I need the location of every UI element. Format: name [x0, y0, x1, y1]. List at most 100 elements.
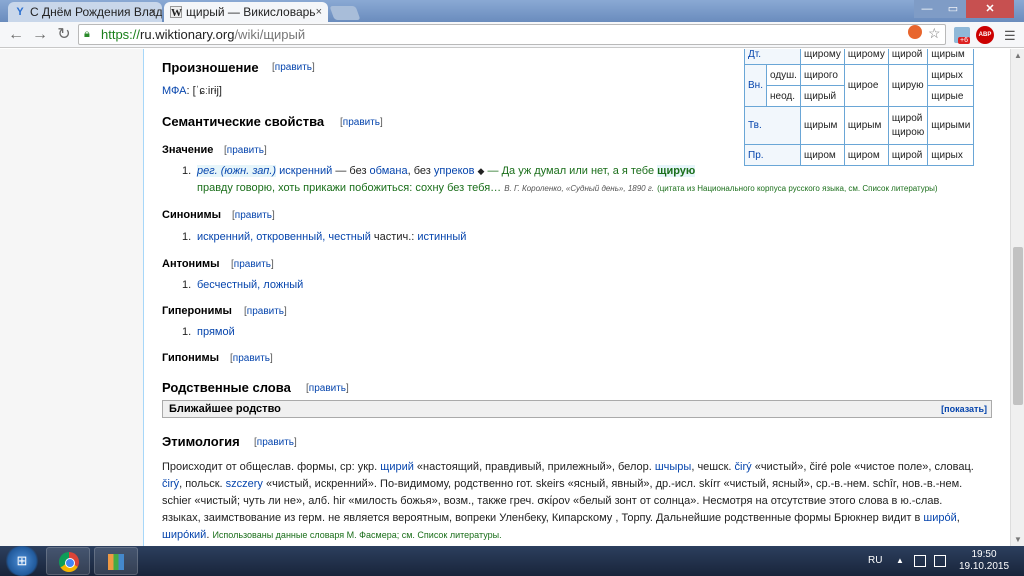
minimize-button[interactable]: — [914, 0, 940, 18]
table-cell: щирой [887, 144, 929, 166]
tray-expand-icon[interactable]: ▲ [896, 546, 904, 576]
table-cell: щирое [843, 64, 889, 107]
table-row: Дт. щирому щирому щирой щирым [744, 49, 975, 65]
case-cell[interactable]: Дт. [744, 49, 801, 65]
adblock-icon[interactable]: ABP [976, 26, 994, 44]
edit-link[interactable]: править [231, 259, 274, 270]
edit-link[interactable]: править [306, 383, 349, 394]
bookmark-star-icon[interactable]: ☆ [928, 25, 941, 41]
start-button[interactable]: ⊞ [4, 546, 40, 576]
taskbar: ⊞ RU ▲ 19:50 19.10.2015 [0, 546, 1024, 576]
new-tab-button[interactable] [329, 6, 361, 20]
synonyms-heading: Синонимы [162, 209, 222, 221]
ipa-value: : [ˈɕːirɨj] [186, 85, 222, 97]
etymology-line: языках, заимствование из герм. не являет… [162, 510, 960, 526]
table-cell: щирому [843, 49, 889, 65]
page-scrollbar[interactable]: ▲ ▼ [1010, 49, 1024, 546]
windows-flag-icon[interactable] [914, 555, 926, 567]
tab-birthday[interactable]: Y С Днём Рождения Влади × [8, 2, 162, 22]
edit-link[interactable]: править [254, 437, 297, 448]
quote-source: В. Г. Короленко, «Судный день», 1890 г. [504, 184, 654, 193]
tab-close-icon[interactable]: × [316, 2, 322, 22]
etymology-text: «настоящий, правдивый, прилежный», белор… [413, 461, 655, 473]
clock-date: 19.10.2015 [958, 561, 1010, 572]
etymology-heading: Этимология [162, 434, 240, 449]
meaning-heading: Значение [162, 144, 214, 156]
scroll-thumb[interactable] [1013, 247, 1023, 405]
edit-link[interactable]: править [272, 62, 315, 73]
edit-link[interactable]: править [244, 306, 287, 317]
definition-text: — без [332, 165, 370, 177]
edit-link[interactable]: править [224, 145, 267, 156]
case-cell[interactable]: Пр. [744, 144, 801, 166]
table-cell: щирыми [927, 106, 975, 145]
region-label-link[interactable]: рег. (южн. зап.) [197, 165, 277, 177]
etymology-link[interactable]: щирий [380, 461, 414, 473]
etymology-source: Использованы данные словаря М. Фасмера; … [212, 530, 502, 540]
scroll-down-icon[interactable]: ▼ [1014, 535, 1022, 544]
table-cell: неод. [765, 85, 801, 107]
reload-icon[interactable]: ↻ [54, 25, 74, 45]
clock[interactable]: 19:50 19.10.2015 [958, 549, 1010, 573]
wiki-favicon-icon: W [170, 6, 182, 19]
menu-icon[interactable]: ☰ [1004, 29, 1018, 43]
list-number: 1. [182, 279, 192, 291]
table-row: Тв. щирым щирым щирой щирою щирыми [744, 106, 975, 145]
chrome-icon [59, 552, 79, 572]
case-cell[interactable]: Тв. [744, 106, 801, 145]
etymology-link[interactable]: широ́й [923, 512, 956, 524]
network-icon[interactable] [934, 555, 946, 567]
tab-title: С Днём Рождения Влади [30, 5, 162, 19]
language-indicator[interactable]: RU [868, 546, 882, 576]
etymology-link[interactable]: широ́кий [162, 529, 206, 541]
edit-link[interactable]: править [230, 353, 273, 364]
taskbar-apps-button[interactable] [94, 547, 138, 575]
close-window-button[interactable]: ✕ [966, 0, 1014, 18]
hypernym-link[interactable]: прямой [197, 326, 235, 338]
table-cell: щирым [843, 106, 889, 145]
table-cell: щирые [927, 85, 975, 107]
edit-link[interactable]: править [232, 210, 275, 221]
table-cell: щирого [799, 64, 845, 86]
etymology-link[interactable]: čirý [735, 461, 752, 473]
etymology-text: «чистый, искренний». По-видимому, родств… [262, 478, 963, 490]
list-number: 1. [182, 165, 192, 177]
etymology-link[interactable]: čirý [162, 478, 179, 490]
table-row: Пр. щиром щиром щирой щирых [744, 144, 975, 166]
table-cell: щирым [799, 106, 845, 145]
article-content: Дт. щирому щирому щирой щирым Вн. одуш. … [143, 49, 1010, 546]
etymology-line: čirý, польск. szczery «чистый, искренний… [162, 476, 962, 492]
back-arrow-icon[interactable]: ← [6, 25, 26, 45]
taskbar-chrome-button[interactable] [46, 547, 90, 575]
quote-note: (цитата из Национального корпуса русског… [657, 184, 938, 193]
etymology-text: , польск. [179, 478, 226, 490]
address-bar[interactable]: 🔒︎ https://ru.wiktionary.org/wiki/щирый [78, 24, 946, 45]
tab-close-icon[interactable]: × [150, 2, 156, 22]
extension-orange-icon[interactable] [908, 25, 922, 39]
synonym-links[interactable]: искренний, откровенный, честный [197, 231, 371, 243]
quote-continuation: правду говорю, хоть прикажи побожиться: … [197, 182, 938, 194]
etymology-link[interactable]: шчыры [655, 461, 692, 473]
etymology-link[interactable]: szczery [226, 478, 263, 490]
scroll-up-icon[interactable]: ▲ [1014, 51, 1022, 60]
case-cell[interactable]: Вн. [744, 64, 767, 107]
etymology-text: Происходит от общеслав. формы, ср: укр. [162, 461, 381, 473]
title-bar: Y С Днём Рождения Влади × W щирый — Вики… [0, 0, 1024, 22]
table-cell: щирый [799, 85, 845, 107]
synonyms-list: искренний, откровенный, честный частич.:… [197, 231, 466, 243]
table-cell: щирой щирою [887, 106, 929, 145]
definition-link[interactable]: искренний [279, 165, 332, 177]
maximize-button[interactable]: ▭ [940, 0, 966, 18]
tab-wiktionary[interactable]: W щирый — Викисловарь × [164, 2, 328, 22]
show-link[interactable]: [показать] [941, 401, 987, 417]
forward-arrow-icon[interactable]: → [30, 25, 50, 45]
quote-text: — Да уж думал или нет, а я тебе [484, 165, 658, 177]
definition-link[interactable]: обмана [370, 165, 408, 177]
synonym-link[interactable]: истинный [417, 231, 466, 243]
edit-link[interactable]: править [340, 117, 383, 128]
url-path: /wiki/щирый [234, 27, 306, 42]
antonyms-heading: Антонимы [162, 258, 220, 270]
ipa-link[interactable]: МФА [162, 85, 187, 97]
antonym-links[interactable]: бесчестный, ложный [197, 279, 303, 291]
definition-link[interactable]: упреков [434, 165, 475, 177]
